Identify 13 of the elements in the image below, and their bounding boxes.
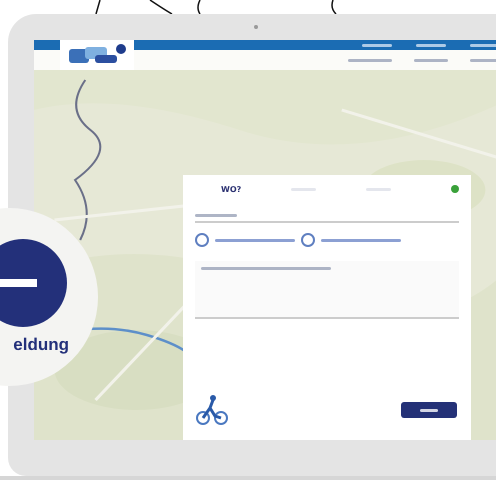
blurred-text [470,44,496,46]
blurred-text [414,58,448,62]
next-button[interactable] [401,402,457,418]
blurred-text [348,58,392,62]
status-dot [451,185,459,193]
cyclist-icon [195,394,229,426]
overlay-label: eldung [13,335,69,355]
blurred-text [470,58,496,62]
camera-icon [254,25,258,29]
minus-icon[interactable] [0,239,67,327]
blurred-text [416,44,446,46]
tab[interactable]: WO? [221,184,242,194]
blurred-text [362,44,392,46]
